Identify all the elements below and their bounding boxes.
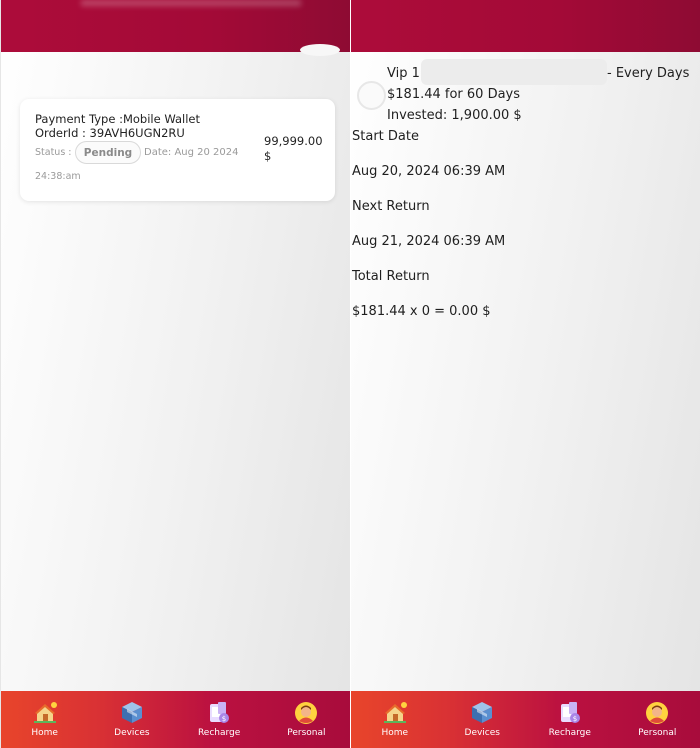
personal-icon	[644, 700, 670, 726]
plan-per-return: $181.44 for 60 Days	[387, 87, 521, 102]
nav-home[interactable]: Home	[5, 700, 85, 738]
payment-card[interactable]: Payment Type :Mobile Wallet OrderId : 39…	[20, 99, 335, 201]
nav-home[interactable]: Home	[355, 700, 435, 738]
top-bar-curve	[300, 44, 340, 56]
bottom-nav: Home Devices $ Recharge Personal	[351, 691, 700, 748]
nav-personal-label: Personal	[287, 728, 326, 738]
payment-type: Payment Type :Mobile Wallet	[35, 112, 200, 126]
start-date-value: Aug 20, 2024 06:39 AM	[352, 164, 506, 179]
payment-date: Date: Aug 20 2024	[144, 147, 239, 158]
redacted-area	[421, 59, 607, 85]
nav-recharge-label: Recharge	[548, 728, 591, 738]
total-return-value: $181.44 x 0 = 0.00 $	[352, 304, 491, 319]
status-label: Status :	[35, 147, 72, 158]
bottom-nav: Home Devices $ Recharge Personal	[1, 691, 350, 748]
nav-recharge[interactable]: $ Recharge	[179, 700, 259, 738]
order-id: OrderId : 39AVH6UGN2RU	[35, 126, 185, 140]
status-badge: Pending	[75, 141, 141, 164]
top-bar	[351, 0, 700, 52]
plan-invested: Invested: 1,900.00 $	[387, 108, 522, 123]
nav-devices-label: Devices	[114, 728, 150, 738]
nav-personal-label: Personal	[638, 728, 677, 738]
next-return-label: Next Return	[352, 199, 430, 214]
total-return-label: Total Return	[352, 269, 430, 284]
payment-time: 24:38:am	[35, 171, 81, 182]
top-bar	[1, 0, 350, 56]
plan-radio[interactable]	[357, 81, 386, 110]
devices-icon	[119, 700, 145, 726]
right-screen: Vip 1 - Every Days $181.44 for 60 Days I…	[351, 0, 700, 748]
payment-amount: 99,999.00 $	[264, 134, 330, 164]
next-return-value: Aug 21, 2024 06:39 AM	[352, 234, 506, 249]
home-icon	[382, 700, 408, 726]
nav-recharge[interactable]: $ Recharge	[530, 700, 610, 738]
recharge-icon: $	[206, 700, 232, 726]
svg-text:$: $	[573, 715, 577, 723]
nav-devices[interactable]: Devices	[92, 700, 172, 738]
home-icon	[32, 700, 58, 726]
start-date-label: Start Date	[352, 129, 419, 144]
devices-icon	[469, 700, 495, 726]
svg-text:$: $	[222, 715, 226, 723]
plan-frequency: - Every Days	[607, 66, 690, 81]
recharge-icon: $	[557, 700, 583, 726]
nav-personal[interactable]: Personal	[617, 700, 697, 738]
amount-value: 99,999.00	[264, 134, 323, 148]
nav-devices[interactable]: Devices	[442, 700, 522, 738]
nav-devices-label: Devices	[464, 728, 500, 738]
plan-name: Vip 1	[387, 66, 420, 81]
nav-recharge-label: Recharge	[197, 728, 241, 738]
nav-home-label: Home	[381, 728, 409, 738]
nav-home-label: Home	[31, 728, 58, 738]
left-screen: Payment Type :Mobile Wallet OrderId : 39…	[0, 0, 350, 748]
amount-currency: $	[264, 149, 272, 163]
nav-personal[interactable]: Personal	[266, 700, 346, 738]
personal-icon	[293, 700, 319, 726]
top-bar-shade	[81, 0, 301, 6]
